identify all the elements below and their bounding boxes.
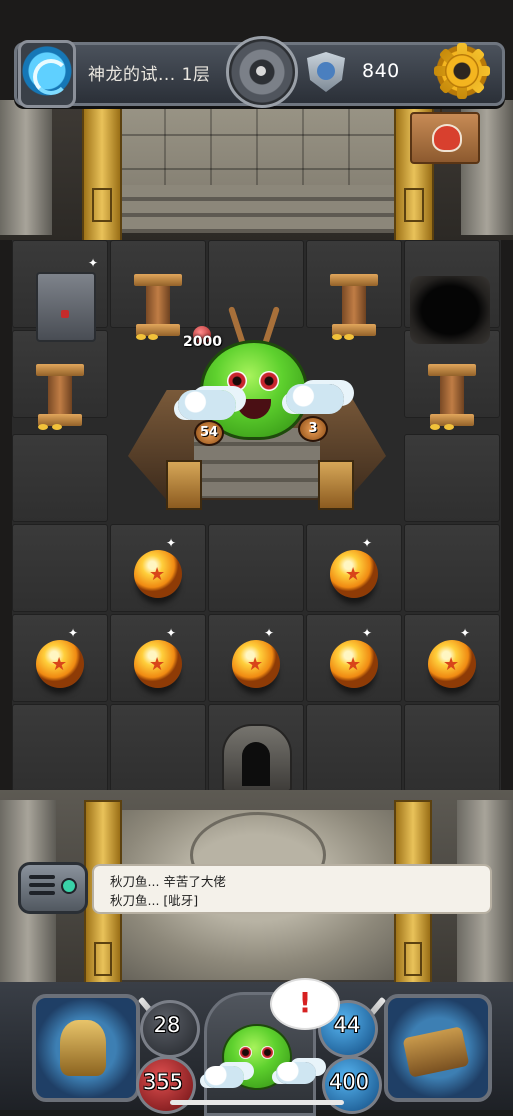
wooden-column — [134, 274, 182, 340]
sparkle-icon: ✦ — [264, 626, 275, 640]
cloud-decor — [178, 390, 236, 420]
sparkle-icon: ✦ — [362, 536, 373, 550]
dark-pit[interactable] — [410, 276, 490, 344]
enemy-defense: 3 — [298, 416, 328, 442]
chat-button[interactable] — [18, 862, 88, 914]
player-magic: 400 — [328, 1070, 370, 1094]
cloud-decor — [204, 1066, 244, 1088]
temple-steps — [118, 185, 396, 233]
hero-portrait-button[interactable] — [32, 994, 140, 1102]
backpack-icon — [402, 1026, 470, 1078]
sparkle-icon: ✦ — [68, 626, 79, 640]
grid-cell[interactable] — [306, 704, 402, 792]
home-indicator[interactable] — [170, 1100, 344, 1105]
level-name: 神龙的试... 1层 — [88, 65, 211, 85]
sparkle-icon: ✦ — [362, 626, 373, 640]
enemy-hp: 2000 — [183, 334, 222, 350]
wooden-column — [330, 274, 378, 340]
dragon-orb[interactable]: ★ — [428, 640, 476, 688]
grid-cell[interactable] — [208, 240, 304, 328]
grid-cell[interactable] — [404, 704, 500, 792]
exit-gate[interactable] — [222, 724, 292, 792]
treasure-chest[interactable] — [36, 272, 96, 342]
grid-cell[interactable] — [208, 524, 304, 612]
dragon-orb[interactable]: ★ — [330, 550, 378, 598]
exclamation-icon: ! — [298, 986, 312, 1019]
fox-icon — [432, 124, 462, 152]
gear-icon — [445, 54, 479, 88]
grid-cell[interactable] — [404, 434, 500, 522]
dragon-orb[interactable]: ★ — [134, 640, 182, 688]
player-hp: 355 — [142, 1070, 184, 1094]
sparkle-icon: ✦ — [166, 536, 177, 550]
chat-preview[interactable]: 秋刀鱼... 辛苦了大佬 秋刀鱼... [呲牙] — [92, 864, 492, 914]
grid-cell[interactable] — [404, 524, 500, 612]
portal-button[interactable] — [18, 40, 76, 108]
player-attack: 28 — [153, 1013, 181, 1037]
cloud-decor — [276, 1062, 316, 1084]
alert-bubble-button[interactable]: ! — [270, 978, 340, 1030]
wooden-column — [36, 364, 84, 430]
portal-swirl-icon — [33, 59, 69, 95]
sparkle-icon: ✦ — [166, 626, 177, 640]
sparkle-icon: ✦ — [460, 626, 471, 640]
grid-cell[interactable] — [12, 704, 108, 792]
cloud-decor — [286, 384, 344, 414]
chat-message: 秋刀鱼... [呲牙] — [110, 893, 199, 908]
wooden-column — [428, 364, 476, 430]
grid-cell[interactable] — [12, 434, 108, 522]
dragon-orb[interactable]: ★ — [134, 550, 182, 598]
enemy-attack: 54 — [194, 420, 224, 446]
knight-icon — [60, 1020, 106, 1076]
dragon-orb[interactable]: ★ — [330, 640, 378, 688]
inventory-button[interactable] — [384, 994, 492, 1102]
sparkle-icon: ✦ — [88, 256, 99, 270]
left-stone-pillar — [0, 100, 52, 235]
shop-sign-button[interactable] — [410, 112, 480, 164]
compass-medallion-icon[interactable] — [226, 36, 298, 108]
chat-message: 秋刀鱼... 辛苦了大佬 — [110, 874, 226, 889]
grid-cell[interactable] — [12, 524, 108, 612]
settings-gear-button[interactable] — [434, 43, 490, 99]
left-gold-post — [82, 98, 122, 242]
chat-indicator-icon — [61, 878, 77, 894]
score-counter: 840 — [362, 60, 400, 82]
grid-cell[interactable] — [110, 704, 206, 792]
dragon-orb[interactable]: ★ — [232, 640, 280, 688]
dragon-orb[interactable]: ★ — [36, 640, 84, 688]
